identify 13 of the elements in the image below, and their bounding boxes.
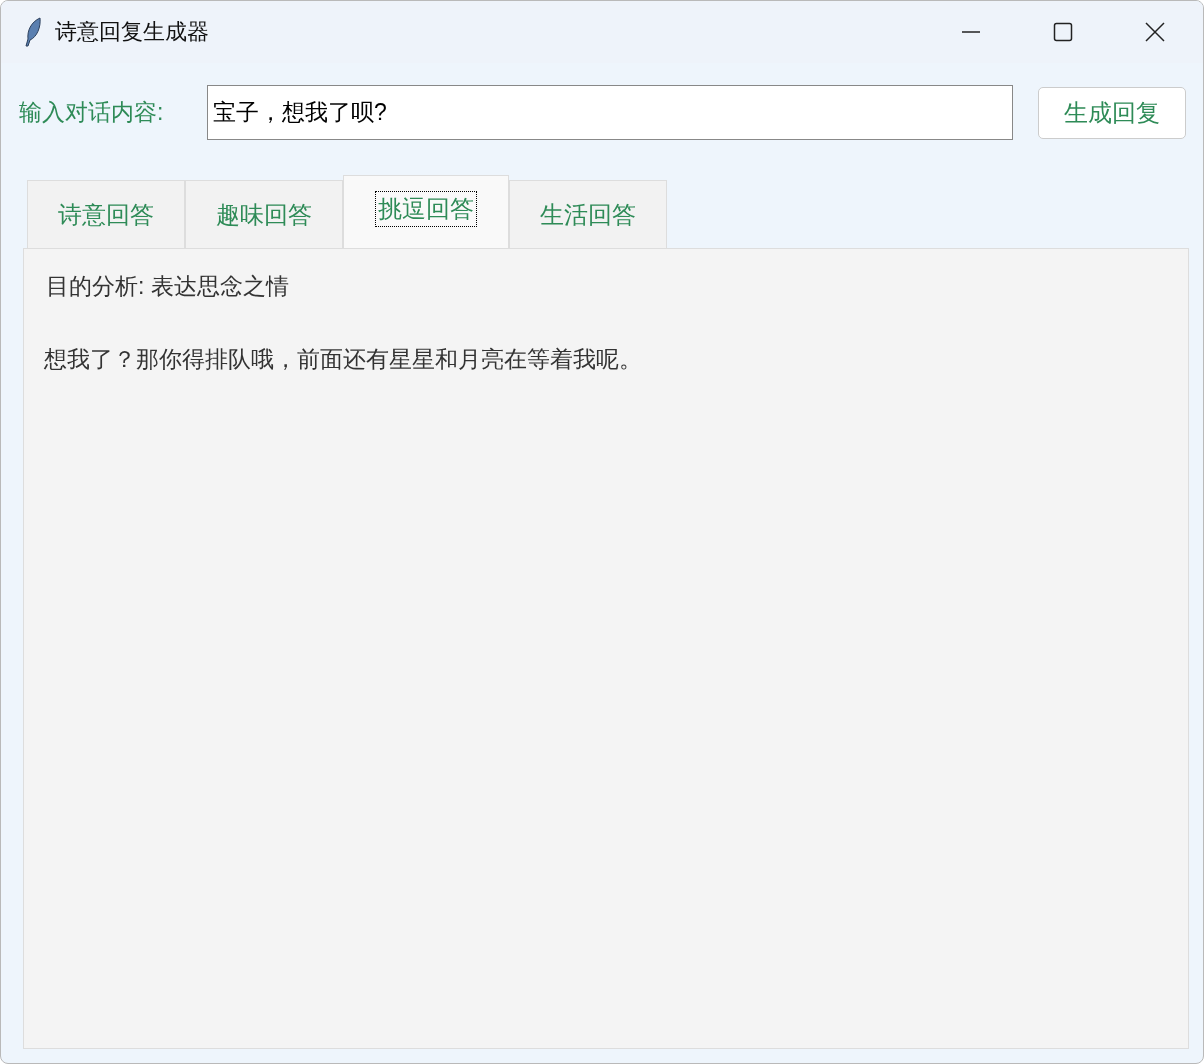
tab[interactable]: 挑逗回答 [343, 175, 509, 248]
close-icon[interactable] [1145, 22, 1165, 42]
tab[interactable]: 生活回答 [509, 180, 667, 248]
generate-button[interactable]: 生成回复 [1038, 86, 1186, 139]
input-field[interactable]: 宝子，想我了呗? [207, 85, 1013, 140]
tab[interactable]: 趣味回答 [185, 180, 343, 248]
input-label: 输入对话内容: [19, 98, 165, 127]
maximize-icon[interactable] [1053, 22, 1073, 42]
analysis-text: 目的分析: 表达思念之情 [46, 272, 290, 301]
tab[interactable]: 诗意回答 [27, 180, 185, 248]
window-title: 诗意回复生成器 [55, 18, 209, 46]
feather-icon [23, 17, 43, 47]
reply-text: 想我了？那你得排队哦，前面还有星星和月亮在等着我呢。 [44, 345, 643, 374]
